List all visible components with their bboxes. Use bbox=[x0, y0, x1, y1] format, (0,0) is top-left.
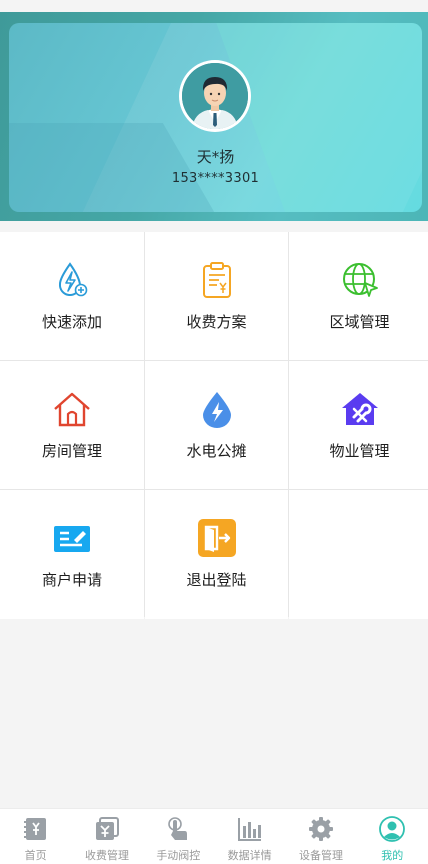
user-avatar-icon bbox=[182, 63, 248, 129]
avatar[interactable] bbox=[179, 60, 251, 132]
profile-icon bbox=[379, 816, 406, 842]
logout-icon bbox=[197, 519, 236, 557]
menu-item-region[interactable]: 区域管理 bbox=[289, 232, 428, 360]
status-strip bbox=[0, 0, 428, 12]
merchant-apply-icon bbox=[54, 526, 90, 552]
hand-control-icon bbox=[168, 817, 188, 840]
tab-label: 设备管理 bbox=[298, 849, 343, 862]
user-phone: 153****3301 bbox=[171, 171, 260, 186]
tab-data-detail[interactable]: 数据详情 bbox=[214, 809, 285, 864]
menu-label: 商户申请 bbox=[41, 571, 102, 589]
menu-item-quick-add[interactable]: 快速添加 bbox=[0, 232, 144, 360]
fee-plan-icon bbox=[202, 262, 231, 298]
gear-icon bbox=[308, 817, 333, 841]
tab-label: 我的 bbox=[381, 849, 404, 862]
bar-stats-icon bbox=[237, 818, 261, 841]
profile-header: 天*扬 153****3301 bbox=[0, 12, 428, 221]
menu-item-property[interactable]: 物业管理 bbox=[289, 361, 428, 489]
menu-label: 快速添加 bbox=[41, 313, 102, 331]
user-name: 天*扬 bbox=[196, 148, 235, 166]
property-tools-icon bbox=[341, 393, 378, 425]
utility-share-icon bbox=[202, 392, 231, 428]
tab-label: 手动阀控 bbox=[156, 849, 201, 862]
tab-home[interactable]: 首页 bbox=[0, 809, 71, 864]
menu-empty-cell bbox=[289, 490, 428, 619]
quick-add-icon bbox=[58, 262, 88, 297]
fee-manage-icon bbox=[95, 817, 119, 840]
tab-hand-control[interactable]: 手动阀控 bbox=[143, 809, 214, 864]
menu-label: 区域管理 bbox=[329, 313, 390, 331]
tab-label: 数据详情 bbox=[227, 849, 272, 862]
tab-device-manage[interactable]: 设备管理 bbox=[285, 809, 356, 864]
tab-label: 首页 bbox=[24, 849, 47, 862]
menu-item-room[interactable]: 房间管理 bbox=[0, 361, 144, 489]
tab-label: 收费管理 bbox=[84, 849, 129, 862]
menu-item-merchant[interactable]: 商户申请 bbox=[0, 490, 144, 619]
tab-fee-manage[interactable]: 收费管理 bbox=[71, 809, 142, 864]
menu-grid: 快速添加 收费方案 区域管理 房间管理 水电公摊 物业管理 商户申请 退出登陆 bbox=[0, 232, 428, 619]
profile-card: 天*扬 153****3301 bbox=[9, 23, 422, 212]
menu-item-logout[interactable]: 退出登陆 bbox=[145, 490, 288, 619]
menu-label: 物业管理 bbox=[329, 442, 390, 460]
bottom-tab-bar: 首页 收费管理 手动阀控 数据详情 设备管理 我的 bbox=[0, 808, 428, 864]
house-icon bbox=[54, 392, 90, 427]
menu-item-utility-share[interactable]: 水电公摊 bbox=[145, 361, 288, 489]
menu-label: 房间管理 bbox=[41, 442, 102, 460]
home-receipt-icon bbox=[23, 818, 46, 840]
menu-label: 收费方案 bbox=[186, 313, 247, 331]
tab-mine[interactable]: 我的 bbox=[357, 809, 428, 864]
menu-label: 退出登陆 bbox=[186, 571, 247, 589]
region-globe-icon bbox=[342, 263, 378, 297]
menu-item-fee-plan[interactable]: 收费方案 bbox=[145, 232, 288, 360]
menu-label: 水电公摊 bbox=[186, 442, 247, 460]
